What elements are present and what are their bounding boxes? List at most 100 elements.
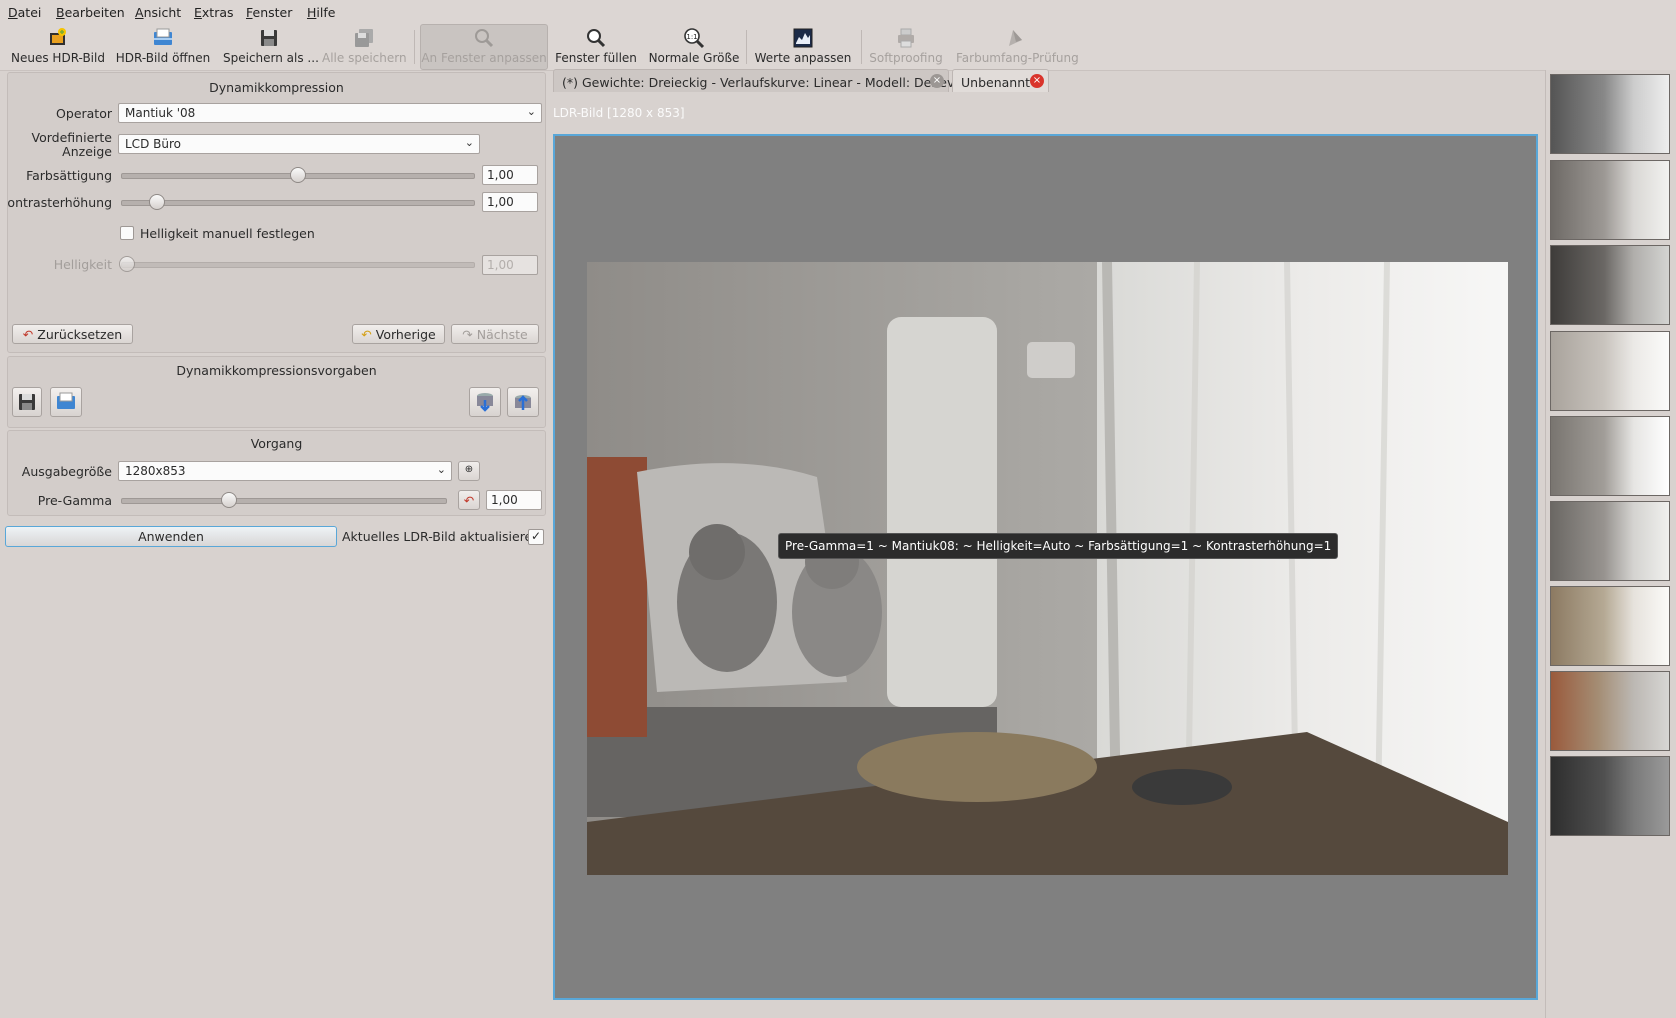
softproofing-button[interactable]: Softproofing <box>866 25 946 69</box>
database-export-icon <box>515 395 531 410</box>
preview-thumbnail[interactable] <box>1550 586 1670 666</box>
saturation-spinbox[interactable]: 1,00 <box>482 165 538 185</box>
menu-datei[interactable]: Datei <box>8 5 41 20</box>
output-size-label: Ausgabegröße <box>21 464 112 479</box>
toolbar-separator <box>861 30 862 64</box>
export-preset-button[interactable] <box>507 387 539 417</box>
levels-icon <box>793 28 813 48</box>
toolbar-separator <box>746 30 747 64</box>
manual-brightness-checkbox[interactable] <box>120 226 134 240</box>
brightness-slider-handle[interactable] <box>119 256 135 272</box>
process-group: Vorgang Ausgabegröße 1280x853 ⌄ ⊕ Pre-Ga… <box>7 430 546 516</box>
menu-bar: Datei Bearbeiten Ansicht Extras Fenster … <box>0 0 1676 24</box>
preview-thumbnail[interactable] <box>1550 331 1670 411</box>
contrast-slider[interactable] <box>121 200 475 206</box>
gamut-icon <box>1009 30 1022 46</box>
fit-window-button[interactable]: An Fenster anpassen <box>420 24 548 70</box>
brightness-slider[interactable] <box>121 262 475 268</box>
menu-bearbeiten[interactable]: Bearbeiten <box>56 5 125 20</box>
pregamma-label: Pre-Gamma <box>37 493 112 508</box>
save-all-button[interactable]: Alle speichern <box>322 25 407 69</box>
tonemap-group: Dynamikkompression Operator Mantiuk '08 … <box>7 72 546 353</box>
update-ldr-label: Aktuelles LDR-Bild aktualisieren <box>342 529 541 544</box>
open-icon <box>57 392 75 409</box>
menu-extras[interactable]: Extras <box>194 5 234 20</box>
saturation-slider-handle[interactable] <box>290 167 306 183</box>
preview-thumbnail[interactable] <box>1550 501 1670 581</box>
import-preset-button[interactable] <box>469 387 501 417</box>
preview-panel <box>1545 70 1676 1018</box>
menu-fenster[interactable]: Fenster <box>246 5 292 20</box>
preview-thumbnail[interactable] <box>1550 245 1670 325</box>
operator-select[interactable]: Mantiuk '08 ⌄ <box>118 103 542 123</box>
gamut-check-button[interactable]: Farbumfang-Prüfung <box>956 25 1079 69</box>
svg-text:1:1: 1:1 <box>686 33 697 41</box>
reset-button[interactable]: ↶ Zurücksetzen <box>12 324 133 344</box>
preview-thumbnail[interactable] <box>1550 671 1670 751</box>
open-hdr-button[interactable]: HDR-Bild öffnen <box>115 25 211 69</box>
presets-group: Dynamikkompressionsvorgaben <box>7 356 546 428</box>
undo-icon: ↶ <box>463 493 475 508</box>
database-import-icon <box>477 393 493 412</box>
pregamma-slider[interactable] <box>121 498 447 504</box>
redo-arrow-icon: ↷ <box>462 327 473 342</box>
load-preset-button[interactable] <box>50 387 82 417</box>
preview-thumbnail[interactable] <box>1550 74 1670 154</box>
tonemap-title: Dynamikkompression <box>209 80 344 95</box>
contrast-spinbox[interactable]: 1,00 <box>482 192 538 212</box>
process-title: Vorgang <box>250 436 303 451</box>
contrast-label: Kontrasterhöhung <box>8 195 112 210</box>
menu-hilfe[interactable]: Hilfe <box>307 5 335 20</box>
zoom-fit-icon <box>475 29 494 48</box>
update-ldr-checkbox[interactable]: ✓ <box>528 529 544 545</box>
new-hdr-button[interactable]: Neues HDR-Bild <box>8 25 108 69</box>
tab-hdr-image[interactable]: (*) Gewichte: Dreieckig - Verlaufskurve:… <box>553 69 969 92</box>
contrast-slider-handle[interactable] <box>149 194 166 210</box>
display-label: Vordefinierte Anzeige <box>31 130 112 159</box>
tooltip: Pre-Gamma=1 ~ Mantiuk08: ~ Helligkeit=Au… <box>778 533 1339 559</box>
brightness-label: Helligkeit <box>53 257 112 272</box>
zoom-original-icon: 1:1 <box>684 28 705 49</box>
pregamma-reset-button[interactable]: ↶ <box>458 490 480 510</box>
save-as-button[interactable]: Speichern als ... <box>223 25 319 69</box>
preview-thumbnail[interactable] <box>1550 416 1670 496</box>
next-button[interactable]: ↷ Nächste <box>451 324 539 344</box>
menu-ansicht[interactable]: Ansicht <box>135 5 181 20</box>
ldr-photo[interactable] <box>587 262 1508 875</box>
brightness-spinbox[interactable]: 1,00 <box>482 255 538 275</box>
apply-button[interactable]: Anwenden <box>5 526 337 547</box>
manual-brightness-label: Helligkeit manuell festlegen <box>140 226 315 241</box>
save-icon <box>261 30 277 46</box>
tab-untitled[interactable]: Unbenannt × <box>952 69 1049 92</box>
ldr-image-viewer[interactable]: Pre-Gamma=1 ~ Mantiuk08: ~ Helligkeit=Au… <box>553 134 1538 1000</box>
fill-window-button[interactable]: Fenster füllen <box>553 25 639 69</box>
save-all-icon <box>355 29 373 47</box>
normal-size-button[interactable]: 1:1 Normale Größe <box>648 25 740 69</box>
adjust-levels-button[interactable]: Werte anpassen <box>752 25 854 69</box>
undo-arrow-icon: ↶ <box>361 327 372 342</box>
pregamma-spinbox[interactable]: 1,00 <box>486 490 542 510</box>
output-size-select[interactable]: 1280x853 ⌄ <box>118 461 452 481</box>
operator-label: Operator <box>56 106 112 121</box>
viewer-title: LDR-Bild [1280 x 853] <box>553 106 685 120</box>
toolbar: Neues HDR-Bild HDR-Bild öffnen Speichern… <box>0 24 1676 71</box>
display-select[interactable]: LCD Büro ⌄ <box>118 134 480 154</box>
chevron-down-icon: ⌄ <box>526 105 536 118</box>
toolbar-separator <box>414 30 415 64</box>
close-icon[interactable]: × <box>1030 74 1044 88</box>
save-icon <box>19 394 35 410</box>
undo-icon: ↶ <box>22 327 34 342</box>
open-hdr-icon <box>154 28 172 45</box>
pregamma-slider-handle[interactable] <box>220 492 237 508</box>
zoom-fill-icon <box>587 29 606 48</box>
presets-title: Dynamikkompressionsvorgaben <box>176 363 377 378</box>
save-preset-button[interactable] <box>12 387 42 417</box>
preview-thumbnail[interactable] <box>1550 160 1670 240</box>
add-size-button[interactable]: ⊕ <box>458 461 480 481</box>
chevron-down-icon: ⌄ <box>436 463 446 476</box>
previous-button[interactable]: ↶ Vorherige <box>352 324 445 344</box>
preview-thumbnail[interactable] <box>1550 756 1670 836</box>
new-hdr-icon <box>50 28 66 45</box>
close-icon[interactable]: × <box>930 74 944 88</box>
saturation-label: Farbsättigung <box>26 168 112 183</box>
